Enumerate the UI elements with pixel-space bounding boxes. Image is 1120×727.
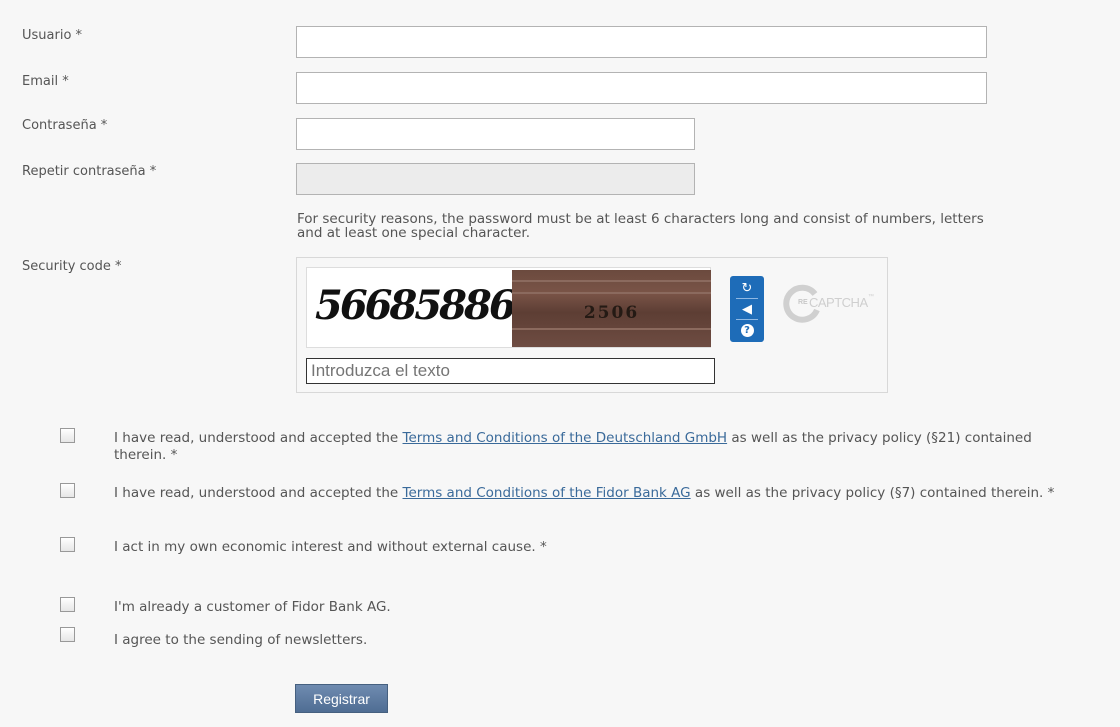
email-input[interactable]	[296, 72, 987, 104]
checkbox-economic-interest[interactable]	[60, 537, 75, 552]
photo-band	[512, 280, 711, 282]
terms-gmbh-link[interactable]: Terms and Conditions of the Deutschland …	[403, 430, 728, 446]
captcha-image: 56685886 2506	[306, 267, 711, 348]
help-icon[interactable]: ?	[730, 320, 764, 340]
recaptcha-text: CAPTCHA	[809, 295, 868, 310]
captcha-word-1: 56685886	[315, 282, 517, 329]
terms-fidor-link[interactable]: Terms and Conditions of the Fidor Bank A…	[403, 485, 691, 501]
password-repeat-label: Repetir contraseña *	[22, 164, 157, 179]
recaptcha-logo: RE CAPTCHA ™	[783, 284, 883, 324]
terms-fidor-post: as well as the privacy policy (§7) conta…	[690, 485, 1055, 501]
username-input[interactable]	[296, 26, 987, 58]
checkbox-terms-fidor-label: I have read, understood and accepted the…	[114, 485, 1064, 502]
recaptcha-tm: ™	[868, 294, 874, 300]
password-hint: For security reasons, the password must …	[297, 211, 984, 241]
audio-icon[interactable]: ◀	[730, 299, 764, 319]
username-label: Usuario *	[22, 28, 83, 43]
email-label: Email *	[22, 74, 69, 89]
photo-band	[512, 292, 711, 294]
recaptcha-prefix: RE	[798, 299, 808, 306]
checkbox-terms-fidor[interactable]	[60, 483, 75, 498]
refresh-icon[interactable]: ↻	[730, 278, 764, 298]
terms-gmbh-pre: I have read, understood and accepted the	[114, 430, 403, 446]
captcha-word-2: 2506	[583, 303, 640, 323]
captcha-widget: 56685886 2506 ↻ ◀ ? RE CAPTCHA ™	[296, 257, 888, 393]
checkbox-existing-customer-label: I'm already a customer of Fidor Bank AG.	[114, 599, 391, 615]
checkbox-economic-interest-label: I act in my own economic interest and wi…	[114, 539, 547, 555]
security-code-label: Security code *	[22, 259, 122, 274]
password-input[interactable]	[296, 118, 695, 150]
password-repeat-input[interactable]	[296, 163, 695, 195]
terms-fidor-pre: I have read, understood and accepted the	[114, 485, 403, 501]
register-button[interactable]: Registrar	[295, 684, 388, 713]
captcha-controls: ↻ ◀ ?	[730, 276, 764, 342]
captcha-input[interactable]	[306, 358, 715, 384]
password-label: Contraseña *	[22, 118, 108, 133]
checkbox-newsletter[interactable]	[60, 627, 75, 642]
checkbox-newsletter-label: I agree to the sending of newsletters.	[114, 632, 368, 648]
checkbox-existing-customer[interactable]	[60, 597, 75, 612]
checkbox-terms-gmbh[interactable]	[60, 428, 75, 443]
checkbox-terms-gmbh-label: I have read, understood and accepted the…	[114, 430, 1044, 464]
captcha-photo: 2506	[512, 270, 711, 347]
photo-band	[512, 328, 711, 330]
